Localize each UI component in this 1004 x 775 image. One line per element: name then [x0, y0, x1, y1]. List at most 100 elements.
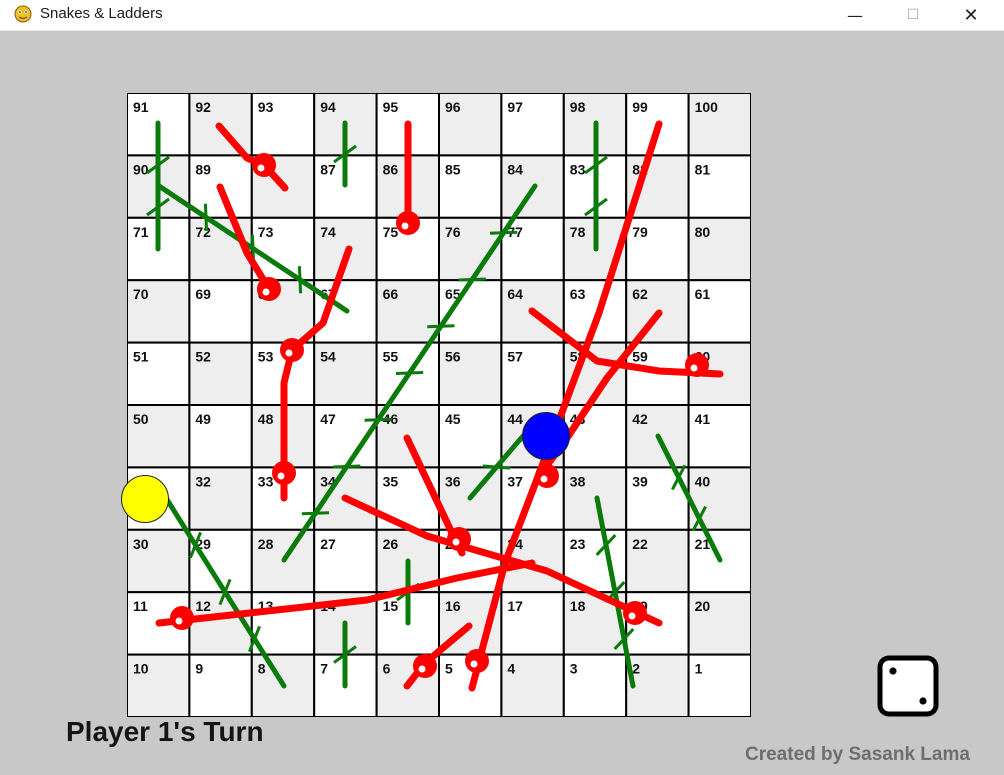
- cell-number: 17: [507, 598, 523, 614]
- cell-number: 6: [383, 661, 391, 677]
- cell-number: 30: [133, 536, 149, 552]
- cell-number: 75: [383, 224, 399, 240]
- cell-number: 69: [195, 286, 211, 302]
- snake-head: [685, 353, 709, 377]
- ladder-rung: [427, 324, 455, 329]
- cell-number: 62: [632, 286, 648, 302]
- dice-two-icon[interactable]: [877, 655, 939, 717]
- snake-head: [257, 277, 281, 301]
- snake-eye: [452, 538, 460, 546]
- minimize-button[interactable]: —: [826, 0, 884, 30]
- cell-number: 41: [695, 411, 711, 427]
- cell-number: 15: [383, 598, 399, 614]
- ladder-rung: [364, 417, 392, 422]
- cell-number: 80: [695, 224, 711, 240]
- cell-number: 11: [133, 598, 148, 614]
- cell-number: 22: [632, 536, 648, 552]
- cell-number: 84: [507, 161, 523, 177]
- snake-head: [272, 461, 296, 485]
- cell-number: 70: [133, 286, 149, 302]
- cell-number: 76: [445, 224, 461, 240]
- ladder-rung: [395, 370, 424, 376]
- cell-number: 93: [258, 99, 274, 115]
- cell-number: 72: [195, 224, 211, 240]
- cell-number: 51: [133, 349, 149, 365]
- cell-number: 78: [570, 224, 586, 240]
- cell-number: 96: [445, 99, 461, 115]
- snake-eye: [277, 472, 285, 480]
- cell-number: 73: [258, 224, 274, 240]
- cell-number: 94: [320, 99, 336, 115]
- cell-number: 56: [445, 349, 461, 365]
- ladder-rung: [297, 266, 303, 294]
- cell-number: 89: [195, 161, 211, 177]
- cell-number: 55: [383, 349, 399, 365]
- ladder-rung: [301, 511, 330, 516]
- cell-number: 39: [632, 473, 648, 489]
- close-button[interactable]: ✕: [942, 0, 1000, 30]
- snake-eye: [257, 164, 265, 172]
- cell-number: 59: [632, 349, 648, 365]
- snake-eye: [401, 222, 409, 230]
- cell-number: 4: [507, 661, 515, 677]
- cell-number: 47: [320, 411, 336, 427]
- cell-number: 99: [632, 99, 648, 115]
- cell-number: 42: [632, 411, 648, 427]
- snake-eye: [175, 617, 183, 625]
- cell-number: 7: [320, 661, 328, 677]
- cell-number: 10: [133, 661, 149, 677]
- cell-number: 71: [133, 224, 149, 240]
- cell-number: 97: [507, 99, 523, 115]
- cell-number: 35: [383, 473, 399, 489]
- cell-number: 53: [258, 349, 274, 365]
- snake-eye: [418, 665, 426, 673]
- cell-number: 33: [258, 473, 274, 489]
- snake-eye: [690, 364, 698, 372]
- cell-number: 44: [507, 411, 523, 427]
- cell-number: 98: [570, 99, 586, 115]
- turn-indicator: Player 1's Turn: [66, 716, 264, 747]
- snake-eye: [628, 612, 636, 620]
- maximize-button[interactable]: ☐: [884, 0, 942, 30]
- cell-number: 83: [570, 161, 586, 177]
- snake-head: [465, 649, 489, 673]
- snake-head: [447, 527, 471, 551]
- ladder-rung: [333, 464, 361, 469]
- snake-eye: [470, 660, 478, 668]
- ladder-rung: [458, 277, 486, 282]
- cell-number: 1: [695, 661, 703, 677]
- ladder-rung: [489, 230, 518, 235]
- cell-number: 63: [570, 286, 586, 302]
- python-snake-icon: [14, 5, 32, 23]
- cell-number: 8: [258, 661, 266, 677]
- cell-number: 9: [195, 661, 203, 677]
- cell-number: 79: [632, 224, 648, 240]
- snake-head: [535, 464, 559, 488]
- cell-number: 28: [258, 536, 274, 552]
- cell-number: 20: [695, 598, 711, 614]
- cell-number: 64: [507, 286, 523, 302]
- cell-number: 92: [195, 99, 211, 115]
- cell-number: 100: [695, 99, 719, 115]
- cell-number: 66: [383, 286, 399, 302]
- cell-number: 85: [445, 161, 461, 177]
- cell-number: 91: [133, 99, 149, 115]
- cell-number: 36: [445, 473, 461, 489]
- cell-number: 18: [570, 598, 586, 614]
- cell-number: 50: [133, 411, 149, 427]
- credit-text: Created by Sasank Lama: [745, 744, 970, 765]
- ladder-rung: [482, 464, 511, 470]
- snake-head: [280, 338, 304, 362]
- cell-number: 54: [320, 349, 336, 365]
- cell-number: 81: [695, 161, 711, 177]
- cell-number: 45: [445, 411, 461, 427]
- cell-number: 74: [320, 224, 336, 240]
- cell-number: 12: [195, 598, 211, 614]
- cell-number: 38: [570, 473, 586, 489]
- cell-number: 27: [320, 536, 336, 552]
- window-titlebar: Snakes & Ladders — ☐ ✕: [0, 0, 1004, 31]
- cell-number: 16: [445, 598, 461, 614]
- game-board[interactable]: 9192939495969798991009089888786858483828…: [127, 93, 751, 717]
- board-grid: 9192939495969798991009089888786858483828…: [127, 93, 751, 717]
- window-title: Snakes & Ladders: [40, 5, 163, 22]
